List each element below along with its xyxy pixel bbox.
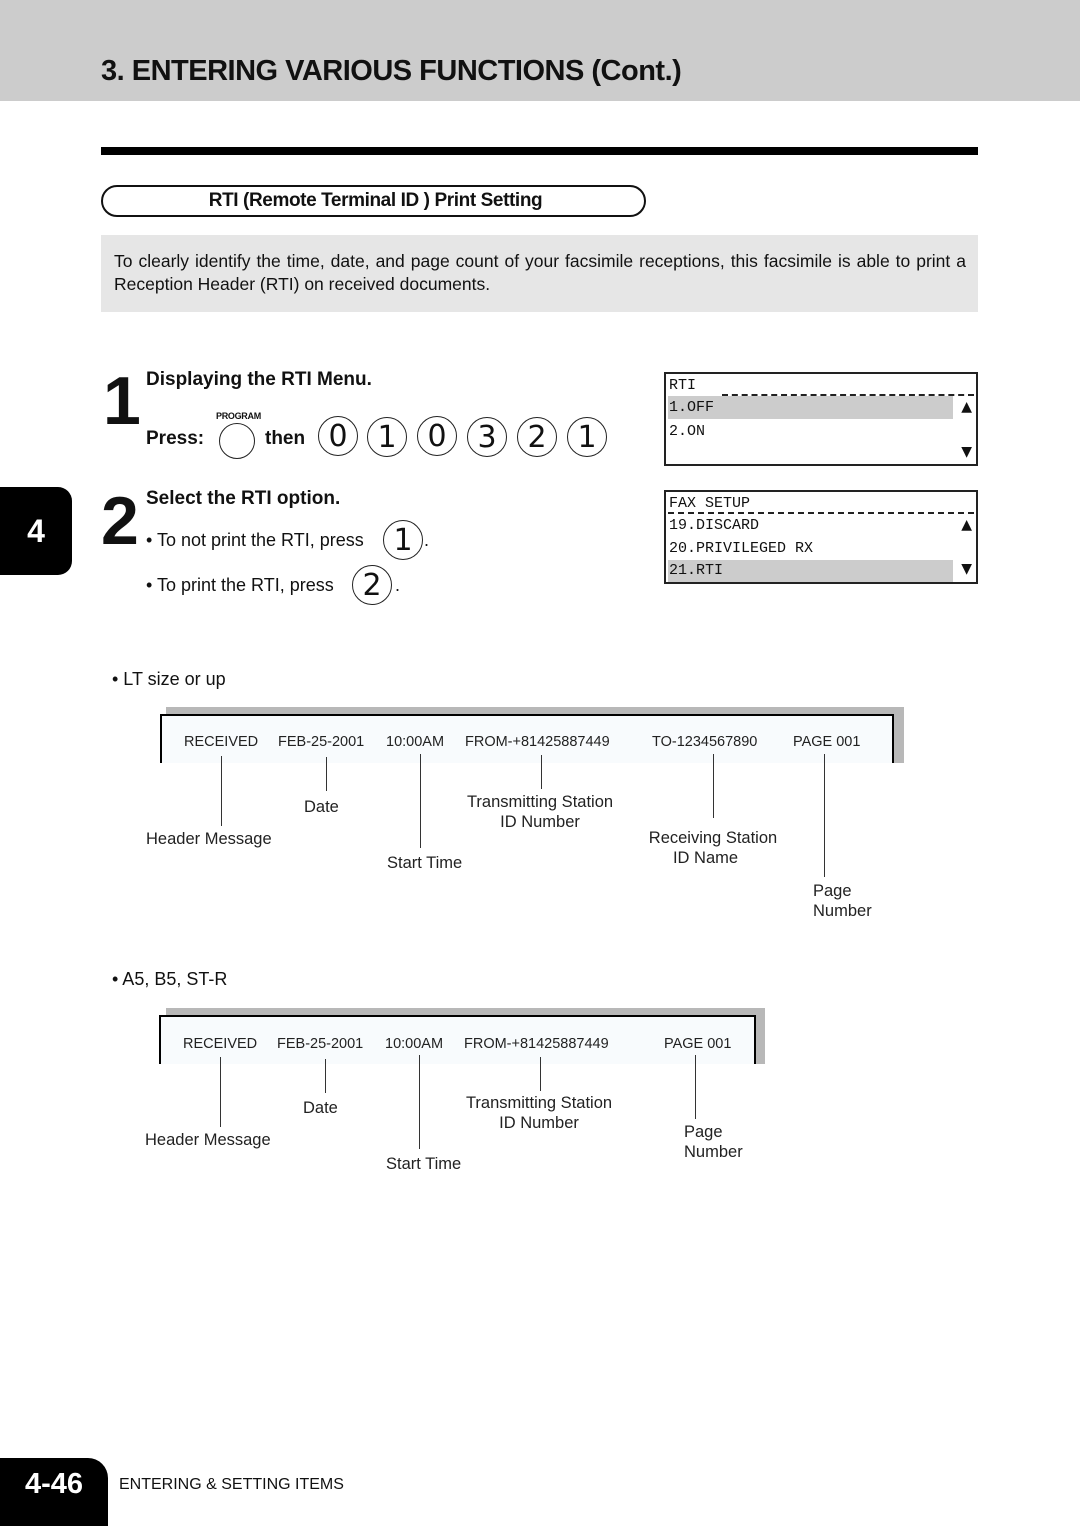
field-page: PAGE 001 xyxy=(664,1036,732,1052)
period: . xyxy=(395,575,401,595)
callout-line xyxy=(420,754,421,848)
key-1[interactable]: 1 xyxy=(567,417,607,457)
callout-rx-station-line1: Receiving Station xyxy=(648,829,778,847)
lcd-row: 19.DISCARD xyxy=(669,517,760,534)
callout-line xyxy=(713,754,714,818)
callout-line xyxy=(419,1055,420,1149)
callout-rx-station-line2: ID Name xyxy=(672,849,739,867)
callout-page-number: Page Number xyxy=(684,1122,743,1162)
callout-line xyxy=(221,756,222,826)
section-rule xyxy=(101,147,978,155)
callout-page-line2: Number xyxy=(684,1143,743,1161)
step-title-1: Displaying the RTI Menu. xyxy=(146,369,372,390)
field-time: 10:00AM xyxy=(386,734,445,750)
callout-page-number: Page Number xyxy=(813,881,872,921)
field-received: RECEIVED xyxy=(183,1036,258,1052)
key-2[interactable]: 2 xyxy=(517,417,557,457)
page-title: 3. ENTERING VARIOUS FUNCTIONS (Cont.) xyxy=(101,55,682,87)
callout-tx-station: Transmitting Station ID Number xyxy=(462,792,618,832)
arrow-down-icon: ▼ xyxy=(961,561,972,577)
arrow-up-icon: ▲ xyxy=(961,399,972,415)
field-from: FROM-+81425887449 xyxy=(465,734,610,750)
field-received: RECEIVED xyxy=(184,734,259,750)
lcd-row-selected: 1.OFF xyxy=(668,396,953,419)
callout-line xyxy=(220,1057,221,1127)
field-page: PAGE 001 xyxy=(793,734,861,750)
field-date: FEB-25-2001 xyxy=(278,734,365,750)
callout-tx-station-line1: Transmitting Station xyxy=(466,793,614,811)
paper-size-label-lt: • LT size or up xyxy=(112,669,226,689)
step-number-1: 1 xyxy=(103,363,141,439)
callout-page-line1: Page xyxy=(684,1123,723,1141)
step-number-2: 2 xyxy=(101,483,139,559)
arrow-up-icon: ▲ xyxy=(961,517,972,533)
then-label: then xyxy=(265,428,306,449)
callout-line xyxy=(325,1059,326,1093)
field-date: FEB-25-2001 xyxy=(277,1036,364,1052)
key-2[interactable]: 2 xyxy=(352,565,392,605)
key-0[interactable]: 0 xyxy=(417,416,457,456)
arrow-down-icon: ▼ xyxy=(961,444,972,460)
key-1[interactable]: 1 xyxy=(383,520,423,560)
intro-text: To clearly identify the time, date, and … xyxy=(101,235,978,312)
callout-line xyxy=(540,1057,541,1091)
callout-tx-station-line2: ID Number xyxy=(500,813,580,831)
key-1[interactable]: 1 xyxy=(367,417,407,457)
lcd-row-selected: 21.RTI xyxy=(668,560,953,582)
step-title-2: Select the RTI option. xyxy=(146,488,341,509)
callout-tx-station-line1: Transmitting Station xyxy=(465,1094,613,1112)
callout-start-time: Start Time xyxy=(387,854,463,872)
callout-line xyxy=(326,757,327,791)
callout-rx-station: Receiving Station ID Name xyxy=(643,828,783,868)
callout-tx-station-line2: ID Number xyxy=(499,1114,579,1132)
program-key-caption: PROGRAM xyxy=(216,411,261,421)
callout-page-line1: Page xyxy=(813,882,852,900)
lcd-row: 2.ON xyxy=(669,423,706,440)
callout-page-line2: Number xyxy=(813,902,872,920)
lcd-header: RTI xyxy=(669,377,697,394)
key-0[interactable]: 0 xyxy=(318,416,358,456)
field-to: TO-1234567890 xyxy=(652,734,758,750)
program-key-button[interactable] xyxy=(219,423,255,459)
field-time: 10:00AM xyxy=(385,1036,444,1052)
callout-line xyxy=(541,755,542,789)
key-3[interactable]: 3 xyxy=(467,417,507,457)
lcd-row: 20.PRIVILEGED RX xyxy=(669,540,814,557)
lcd-display-fax-setup: FAX SETUP 19.DISCARD 20.PRIVILEGED RX 21… xyxy=(664,490,978,584)
callout-tx-station: Transmitting Station ID Number xyxy=(461,1093,617,1133)
option-on-text: • To print the RTI, press xyxy=(146,575,334,595)
callout-line xyxy=(695,1055,696,1119)
option-off-text: • To not print the RTI, press xyxy=(146,530,364,550)
callout-start-time: Start Time xyxy=(386,1155,462,1173)
period: . xyxy=(424,530,430,550)
footer-section-label: ENTERING & SETTING ITEMS xyxy=(119,1476,344,1493)
callout-line xyxy=(824,754,825,877)
field-from: FROM-+81425887449 xyxy=(464,1036,609,1052)
press-label: Press: xyxy=(146,428,205,449)
callout-header-message: Header Message xyxy=(146,830,272,848)
lcd-display-rti: RTI 1.OFF 2.ON ▲ ▼ xyxy=(664,372,978,466)
page-number: 4-46 xyxy=(24,1468,84,1500)
section-title-box: RTI (Remote Terminal ID ) Print Setting xyxy=(101,185,646,217)
callout-header-message: Header Message xyxy=(145,1131,271,1149)
callout-date: Date xyxy=(304,798,339,816)
paper-size-label-a5: • A5, B5, ST-R xyxy=(112,969,228,989)
chapter-tab: 4 xyxy=(0,487,72,575)
section-title: RTI (Remote Terminal ID ) Print Setting xyxy=(208,190,543,211)
callout-date: Date xyxy=(303,1099,338,1117)
